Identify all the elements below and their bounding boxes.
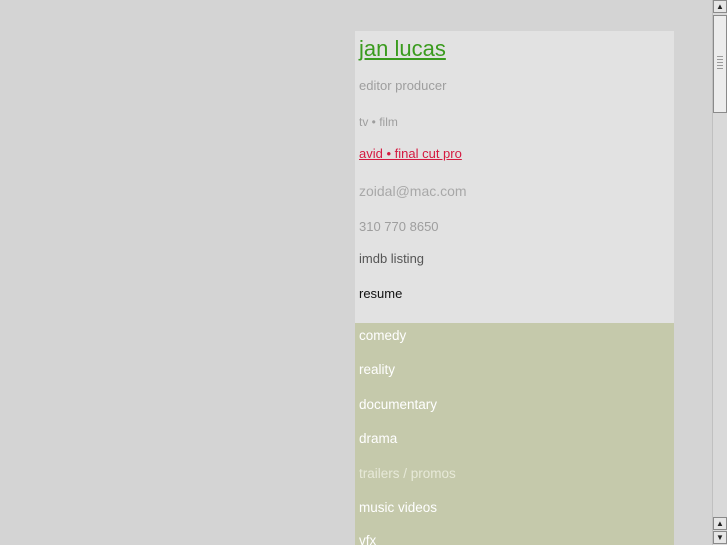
menu-item-documentary[interactable]: documentary xyxy=(359,397,437,412)
software-link[interactable]: avid • final cut pro xyxy=(359,146,462,161)
menu-item-music-videos[interactable]: music videos xyxy=(359,500,437,515)
arrow-down-icon[interactable]: ▼ xyxy=(713,531,727,544)
resume-link[interactable]: resume xyxy=(359,286,402,301)
profile-panel: jan lucas editor producer tv • film avid… xyxy=(355,31,674,323)
arrow-up-icon[interactable]: ▲ xyxy=(713,517,727,530)
genre-menu: comedy reality documentary drama trailer… xyxy=(355,323,674,545)
menu-item-reality[interactable]: reality xyxy=(359,362,395,377)
menu-item-trailers-promos[interactable]: trailers / promos xyxy=(359,466,456,481)
menu-item-comedy[interactable]: comedy xyxy=(359,328,406,343)
media-text: tv • film xyxy=(359,115,398,129)
phone-text: 310 770 8650 xyxy=(359,219,439,234)
grip-icon xyxy=(717,56,723,70)
arrow-up-icon[interactable]: ▲ xyxy=(713,0,727,13)
page: jan lucas editor producer tv • film avid… xyxy=(0,0,727,545)
menu-item-vfx[interactable]: vfx xyxy=(359,533,376,545)
imdb-link[interactable]: imdb listing xyxy=(359,251,424,266)
name-link[interactable]: jan lucas xyxy=(359,36,446,62)
vertical-scrollbar[interactable]: ▲ ▲ ▼ xyxy=(712,0,727,545)
email-link[interactable]: zoidal@mac.com xyxy=(359,183,467,199)
scrollbar-thumb[interactable] xyxy=(713,15,727,113)
menu-item-drama[interactable]: drama xyxy=(359,431,397,446)
roles-text: editor producer xyxy=(359,78,447,93)
